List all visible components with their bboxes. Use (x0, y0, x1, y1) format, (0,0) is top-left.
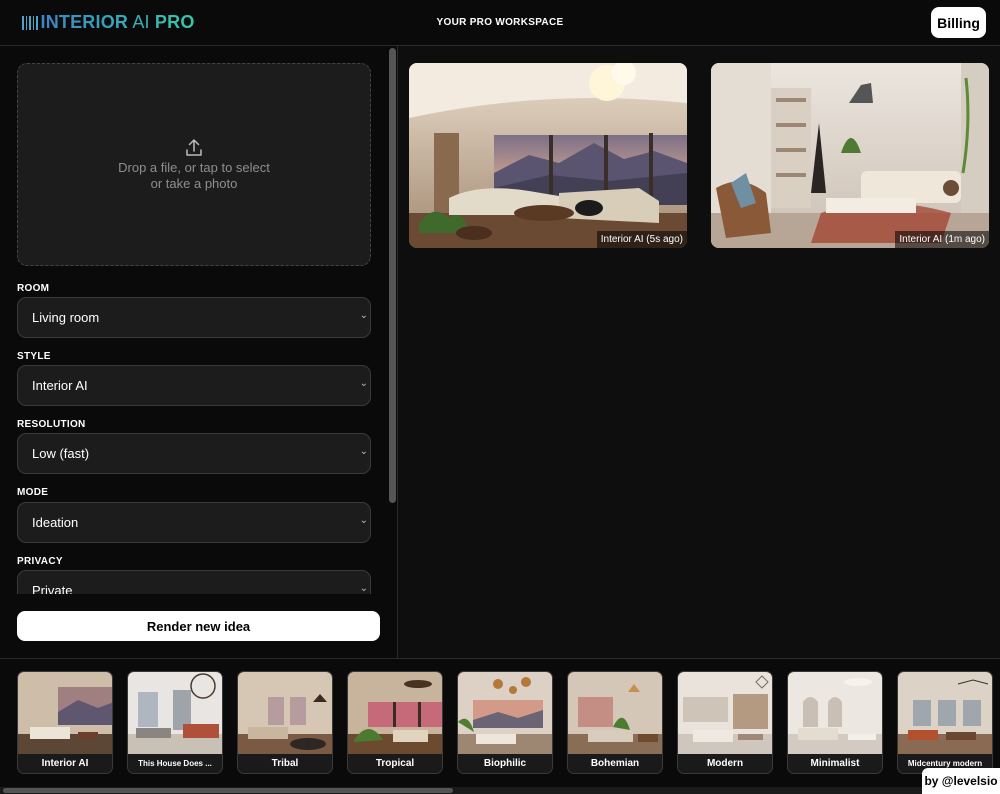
style-card-tribal[interactable]: Tribal (237, 671, 333, 774)
style-preview-image (18, 672, 112, 756)
result-image[interactable]: Interior AI (5s ago) (409, 63, 687, 248)
mode-label: MODE (17, 487, 49, 498)
style-card-bohemian[interactable]: Bohemian (567, 671, 663, 774)
style-preview-image (348, 672, 442, 756)
room-select[interactable]: Living room ⌄ (17, 297, 371, 338)
style-name: Minimalist (788, 754, 882, 773)
style-presets-bar: Interior AI This House Does ... Tribal T… (0, 658, 1000, 794)
styles-horizontal-scrollbar[interactable] (0, 787, 1000, 794)
style-name: Modern (678, 754, 772, 773)
style-card-minimalist[interactable]: Minimalist (787, 671, 883, 774)
result-caption: Interior AI (5s ago) (596, 231, 687, 248)
resolution-label: RESOLUTION (17, 419, 86, 430)
style-preview-image (898, 672, 992, 756)
chevron-down-icon: ⌄ (359, 515, 368, 526)
style-card-tropical[interactable]: Tropical (347, 671, 443, 774)
privacy-select[interactable]: Private ⌄ (17, 570, 371, 594)
living-room-render-image (409, 63, 687, 248)
room-label: ROOM (17, 283, 50, 294)
result-image[interactable]: Interior AI (1m ago) (711, 63, 989, 248)
mode-select[interactable]: Ideation ⌄ (17, 502, 371, 543)
creator-credit-link[interactable]: by @levelsio (922, 768, 1000, 794)
style-select[interactable]: Interior AI ⌄ (17, 365, 371, 406)
billing-button[interactable]: Billing (931, 7, 986, 38)
results-gallery: Interior AI (5s ago) Interior AI (1m ago… (398, 46, 1000, 658)
chevron-down-icon: ⌄ (359, 583, 368, 594)
resolution-select[interactable]: Low (fast) ⌄ (17, 433, 371, 474)
sidebar-scrollbar-thumb[interactable] (389, 48, 396, 503)
style-preview-image (788, 672, 882, 756)
style-card-modern[interactable]: Modern (677, 671, 773, 774)
style-card-biophilic[interactable]: Biophilic (457, 671, 553, 774)
style-name: Interior AI (18, 754, 112, 773)
render-new-idea-button[interactable]: Render new idea (17, 611, 380, 641)
living-room-render-image (711, 63, 989, 248)
settings-form: Drop a file, or tap to select or take a … (0, 46, 398, 594)
chevron-down-icon: ⌄ (359, 310, 368, 321)
mode-value: Ideation (32, 515, 79, 530)
chevron-down-icon: ⌄ (359, 446, 368, 457)
style-name: Tropical (348, 754, 442, 773)
resolution-value: Low (fast) (32, 446, 90, 461)
style-preview-image (458, 672, 552, 756)
room-value: Living room (32, 310, 100, 325)
style-preview-image (128, 672, 222, 756)
style-value: Interior AI (32, 378, 88, 393)
style-preview-image (238, 672, 332, 756)
styles-scrollbar-thumb[interactable] (3, 788, 453, 793)
style-name: This House Does ... (128, 754, 222, 773)
style-card-midcentury-modern[interactable]: Midcentury modern (897, 671, 993, 774)
style-card-this-house-does[interactable]: This House Does ... (127, 671, 223, 774)
style-name: Bohemian (568, 754, 662, 773)
style-preview-image (568, 672, 662, 756)
privacy-value: Private (32, 583, 73, 594)
upload-icon (184, 138, 204, 158)
chevron-down-icon: ⌄ (359, 378, 368, 389)
header: INTERIOR AI PRO YOUR PRO WORKSPACE Billi… (0, 0, 1000, 46)
sidebar: Drop a file, or tap to select or take a … (0, 46, 398, 658)
workspace-title: YOUR PRO WORKSPACE (436, 17, 564, 28)
style-preview-image (678, 672, 772, 756)
style-label: STYLE (17, 351, 51, 362)
style-card-interior-ai[interactable]: Interior AI (17, 671, 113, 774)
style-name: Biophilic (458, 754, 552, 773)
render-area: Render new idea (0, 594, 397, 658)
dropzone-instructions: Drop a file, or tap to select or take a … (118, 160, 270, 191)
style-name: Tribal (238, 754, 332, 773)
privacy-label: PRIVACY (17, 556, 63, 567)
result-caption: Interior AI (1m ago) (895, 231, 989, 248)
